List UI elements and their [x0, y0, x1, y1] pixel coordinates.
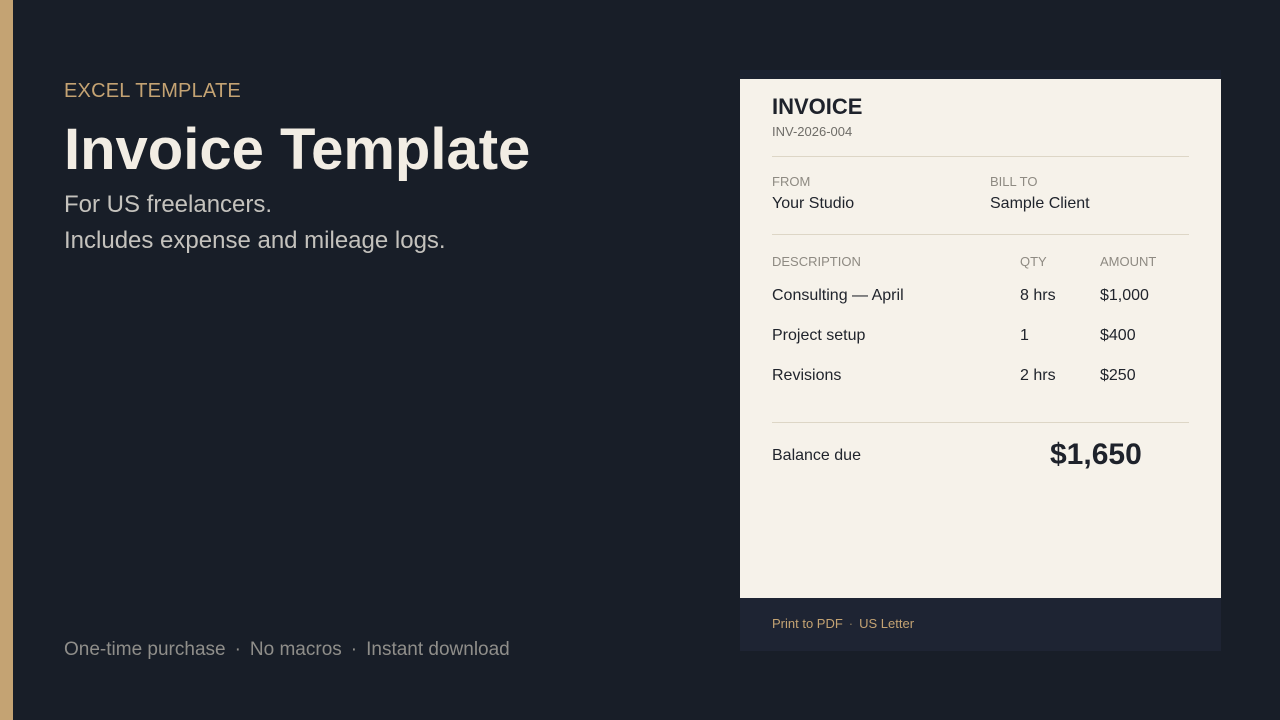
subtitle-line-1: For US freelancers.	[64, 191, 273, 218]
column-header-description: DESCRIPTION	[772, 254, 861, 269]
feature-list: One-time purchase · No macros · Instant down…	[64, 639, 510, 661]
divider	[772, 422, 1189, 423]
line-item-amount: $250	[1100, 367, 1136, 384]
column-header-amount: AMOUNT	[1100, 254, 1157, 269]
column-header-qty: QTY	[1020, 254, 1047, 269]
divider	[772, 234, 1189, 235]
footer-note: US Letter	[859, 616, 915, 631]
invoice-title: INVOICE	[772, 94, 863, 119]
footer-note: Print to PDF	[772, 616, 843, 631]
line-item-description: Project setup	[772, 327, 866, 344]
feature-item: Instant download	[366, 639, 510, 660]
line-item-qty: 1	[1020, 327, 1029, 344]
line-item-amount: $400	[1100, 327, 1136, 344]
bill-to-label: BILL TO	[990, 174, 1038, 189]
invoice-number: INV-2026-004	[772, 124, 853, 139]
feature-item: No macros	[249, 639, 342, 660]
from-label: FROM	[772, 174, 811, 189]
invoice-footer-notes: Print to PDF · US Letter	[772, 616, 914, 631]
promo-slide: EXCEL TEMPLATE Invoice Template For US f…	[0, 0, 1280, 720]
line-item-amount: $1,000	[1100, 287, 1149, 304]
from-value: Your Studio	[772, 195, 855, 212]
feature-separator: ·	[234, 639, 241, 660]
feature-separator: ·	[350, 639, 358, 660]
subtitle-line-2: Includes expense and mileage logs.	[64, 227, 446, 254]
feature-item: One-time purchase	[64, 639, 226, 660]
divider	[772, 156, 1189, 157]
line-item-description: Consulting — April	[772, 287, 904, 304]
page-title: Invoice Template	[64, 117, 531, 182]
line-item-description: Revisions	[772, 367, 842, 384]
balance-due-label: Balance due	[772, 447, 861, 464]
balance-due-value: $1,650	[1050, 438, 1142, 471]
footer-separator: ·	[848, 616, 854, 631]
line-item-qty: 2 hrs	[1020, 367, 1056, 384]
line-item-qty: 8 hrs	[1020, 287, 1056, 304]
eyebrow-label: EXCEL TEMPLATE	[64, 80, 241, 102]
bill-to-value: Sample Client	[990, 195, 1090, 212]
accent-bar	[0, 0, 13, 720]
